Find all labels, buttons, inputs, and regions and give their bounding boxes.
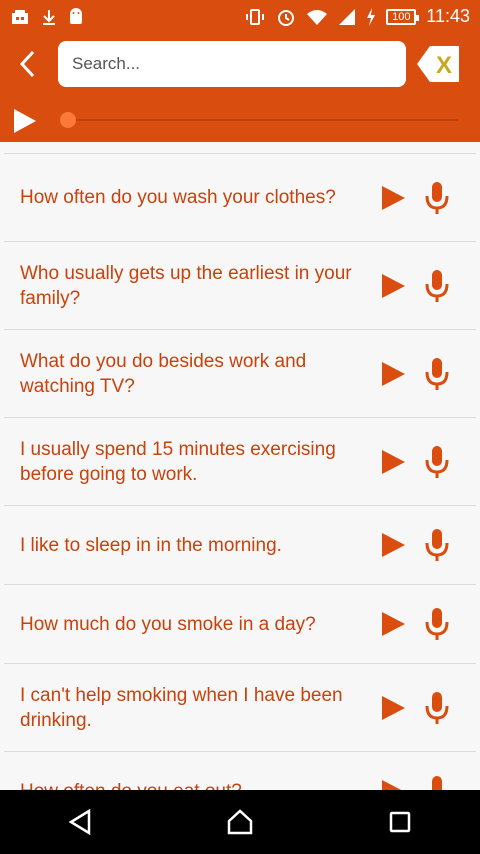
chevron-left-icon — [19, 50, 35, 78]
battery-indicator: 100 — [386, 8, 420, 25]
back-button[interactable] — [12, 47, 42, 81]
phrase-text: What do you do besides work and watching… — [20, 350, 307, 397]
seek-thumb[interactable] — [60, 112, 76, 128]
clock: 11:43 — [426, 6, 470, 26]
search-box[interactable] — [58, 41, 406, 87]
microphone-icon[interactable] — [424, 527, 450, 563]
phrase-text: How often do you eat out? — [20, 779, 360, 790]
clear-label: X — [436, 52, 452, 79]
back-triangle-icon — [68, 809, 91, 835]
microphone-icon[interactable] — [424, 268, 450, 304]
vibrate-icon — [246, 8, 265, 25]
phrase-text: Who usually gets up the earliest in your… — [20, 262, 352, 309]
microphone-icon[interactable] — [424, 606, 450, 642]
navigation-bar — [0, 790, 480, 854]
microphone-icon[interactable] — [424, 444, 450, 480]
recents-icon — [389, 811, 411, 833]
phrase-row[interactable]: How often do you eat out? — [4, 752, 476, 790]
seek-bar[interactable] — [62, 119, 458, 121]
microphone-icon[interactable] — [424, 690, 450, 726]
app-bar: X — [0, 33, 480, 142]
play-icon[interactable] — [378, 693, 408, 723]
phrase-row[interactable]: I usually spend 15 minutes exercising be… — [4, 418, 476, 506]
nav-home-button[interactable] — [220, 802, 260, 842]
play-icon[interactable] — [378, 609, 408, 639]
phrase-text: How much do you smoke in a day? — [20, 613, 316, 635]
play-icon[interactable] — [378, 359, 408, 389]
nav-recents-button[interactable] — [380, 802, 420, 842]
phrase-text: I can't help smoking when I have been dr… — [20, 684, 343, 731]
play-icon[interactable] — [378, 530, 408, 560]
play-icon[interactable] — [378, 777, 408, 791]
phrase-row[interactable]: Who usually gets up the earliest in your… — [4, 242, 476, 330]
status-notifications — [10, 7, 84, 26]
app-notification-icon — [12, 9, 28, 24]
phrase-row[interactable]: I can't help smoking when I have been dr… — [4, 664, 476, 752]
alarm-icon — [278, 9, 295, 26]
android-icon — [70, 7, 82, 24]
download-icon — [43, 9, 55, 25]
home-icon — [227, 809, 253, 835]
play-icon — [14, 109, 36, 133]
signal-icon — [339, 8, 356, 25]
nav-back-button[interactable] — [60, 802, 100, 842]
play-icon[interactable] — [378, 271, 408, 301]
search-input[interactable] — [70, 53, 394, 75]
microphone-icon[interactable] — [424, 180, 450, 216]
phrase-text: I usually spend 15 minutes exercising be… — [20, 438, 336, 485]
phrase-row[interactable]: How much do you smoke in a day? — [4, 585, 476, 664]
phrase-row[interactable]: What do you do besides work and watching… — [4, 330, 476, 418]
play-icon[interactable] — [378, 447, 408, 477]
microphone-icon[interactable] — [424, 774, 450, 791]
phrase-list: How often do you wash your clothes? Who … — [0, 142, 480, 790]
status-system: 100 11:43 — [244, 6, 470, 27]
player-play-button[interactable] — [12, 107, 38, 135]
list-divider — [4, 142, 476, 154]
phrase-text: I like to sleep in in the morning. — [20, 534, 282, 556]
charging-icon — [367, 7, 376, 26]
status-bar: 100 11:43 — [0, 0, 480, 33]
clear-search-button[interactable]: X — [416, 45, 460, 83]
microphone-icon[interactable] — [424, 356, 450, 392]
phrase-row[interactable]: I like to sleep in in the morning. — [4, 506, 476, 585]
clear-icon: X — [417, 46, 459, 82]
phrase-row[interactable]: How often do you wash your clothes? — [4, 154, 476, 242]
phrase-text: How often do you wash your clothes? — [20, 187, 336, 208]
wifi-icon — [307, 9, 328, 25]
play-icon[interactable] — [378, 183, 408, 213]
